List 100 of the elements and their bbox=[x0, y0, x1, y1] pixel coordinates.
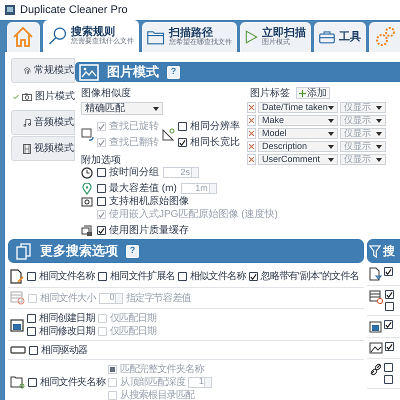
close-icon bbox=[249, 118, 254, 123]
tab[interactable]: 工具 bbox=[314, 22, 366, 52]
remove-button[interactable] bbox=[247, 141, 256, 152]
picture-frame-icon bbox=[79, 64, 99, 80]
checkbox[interactable] bbox=[28, 378, 37, 386]
section-label: 图片标签 bbox=[250, 86, 290, 100]
panel-title: 图片模式 bbox=[107, 63, 159, 82]
rotate-image-icon bbox=[81, 128, 94, 141]
window-title: Duplicate Cleaner Pro bbox=[20, 2, 128, 18]
close-icon bbox=[249, 144, 254, 149]
checkbox-label: 相同文件扩展名 bbox=[110, 270, 175, 284]
caret-icon bbox=[376, 158, 382, 162]
caret-icon bbox=[153, 106, 159, 110]
clock-icon bbox=[81, 166, 93, 178]
checkbox-label: 相同文件夹名称 bbox=[40, 376, 106, 390]
calendar-icon bbox=[10, 318, 24, 332]
caret-icon bbox=[376, 144, 382, 148]
checkbox[interactable] bbox=[97, 168, 106, 177]
home-icon bbox=[12, 26, 34, 48]
checkbox[interactable] bbox=[385, 290, 394, 299]
copy-pages-icon bbox=[16, 242, 32, 260]
caret-icon bbox=[328, 144, 334, 148]
checkbox-label: 相同文件名称 bbox=[39, 270, 95, 284]
checkbox-label: 支持相机原始图像 bbox=[109, 194, 189, 208]
hint-text: 指定字节容差值 bbox=[126, 292, 191, 306]
tag-dropdown[interactable]: UserComment bbox=[258, 154, 338, 165]
tag-dropdown[interactable]: Date/Time taken bbox=[258, 102, 338, 113]
size-gauge-icon bbox=[10, 291, 25, 305]
section-label: 附加选项 bbox=[81, 154, 122, 166]
caret-icon bbox=[328, 106, 334, 110]
checkbox[interactable] bbox=[384, 363, 393, 372]
checkbox[interactable] bbox=[27, 272, 36, 281]
add-button[interactable]: 添加 bbox=[296, 87, 330, 99]
mode-tab[interactable]: 常规模式 bbox=[11, 58, 75, 83]
filter-icon bbox=[369, 244, 381, 258]
folder-search-icon bbox=[10, 375, 25, 389]
option-label: 从搜索根目录匹配 bbox=[120, 388, 195, 400]
mode-tab[interactable]: 音频模式 bbox=[11, 110, 75, 135]
drive-icon bbox=[10, 346, 26, 354]
close-icon bbox=[249, 157, 254, 162]
remove-button[interactable] bbox=[247, 115, 256, 126]
checkbox[interactable] bbox=[384, 267, 393, 276]
tag-dropdown[interactable]: Description bbox=[258, 141, 338, 152]
mode-tab[interactable]: 视频模式 bbox=[11, 136, 75, 161]
caret-icon bbox=[328, 118, 334, 122]
calendar-icon bbox=[369, 320, 382, 333]
remove-button[interactable] bbox=[247, 102, 256, 113]
file-filter-icon bbox=[369, 267, 382, 281]
checkbox[interactable] bbox=[385, 302, 394, 311]
checkbox[interactable] bbox=[248, 272, 258, 281]
panel-title: 更多搜索选项 bbox=[40, 242, 118, 260]
checkbox[interactable] bbox=[97, 197, 106, 206]
tag-dropdown[interactable]: Make bbox=[258, 115, 338, 126]
checkbox-label: 相同修改日期 bbox=[39, 324, 95, 338]
tag-dropdown[interactable]: Model bbox=[258, 128, 338, 139]
similarity-dropdown[interactable]: 精确匹配 bbox=[81, 102, 163, 115]
checkbox[interactable] bbox=[178, 138, 187, 147]
checkbox-label: 相同分辨率 bbox=[190, 120, 240, 134]
close-icon bbox=[249, 105, 254, 110]
checkbox-label: 按时间分组 bbox=[109, 166, 159, 180]
location-pin-icon bbox=[81, 182, 93, 194]
checkbox-label: 相同创建日期 bbox=[39, 312, 95, 326]
size-gauge-icon bbox=[369, 290, 383, 304]
link-icon bbox=[369, 363, 382, 376]
checkbox[interactable] bbox=[27, 326, 36, 336]
option-label: 匹配完整文件夹名称 bbox=[120, 362, 204, 376]
layered-image-icon bbox=[81, 224, 93, 236]
checkbox-label: 忽略带有“副本”的文件名 bbox=[260, 270, 359, 284]
option-label: 从顶部匹配深度 bbox=[120, 376, 186, 390]
app-logo-icon bbox=[4, 4, 16, 16]
checkbox-label: 相同长宽比 bbox=[190, 136, 240, 150]
checkbox[interactable] bbox=[27, 314, 36, 322]
checkbox-label: 查找已翻转 bbox=[109, 136, 159, 150]
radio-button[interactable] bbox=[108, 364, 118, 374]
checkbox[interactable] bbox=[98, 272, 107, 281]
checkbox[interactable] bbox=[384, 375, 393, 384]
caret-icon bbox=[328, 158, 334, 162]
help-button[interactable]: ? bbox=[167, 66, 180, 78]
caret-icon bbox=[376, 118, 382, 122]
remove-button[interactable] bbox=[247, 128, 256, 139]
checkbox-label: 相似文件名称 bbox=[190, 270, 246, 284]
checkbox-label: 查找已旋转 bbox=[109, 120, 159, 134]
checkbox[interactable] bbox=[178, 122, 187, 131]
checkbox[interactable] bbox=[97, 184, 106, 193]
caret-icon bbox=[376, 132, 382, 136]
checkbox[interactable] bbox=[385, 342, 394, 351]
caret-icon bbox=[376, 106, 382, 110]
checkbox-label: 仅匹配日期 bbox=[110, 312, 156, 326]
remove-button[interactable] bbox=[247, 154, 256, 165]
checkbox[interactable] bbox=[384, 320, 393, 329]
image-icon bbox=[369, 342, 383, 354]
checkbox[interactable] bbox=[29, 346, 38, 354]
plus-icon bbox=[299, 90, 306, 96]
help-button[interactable]: ? bbox=[126, 244, 139, 258]
file-pencil-icon bbox=[10, 269, 24, 284]
checkbox-label: 相同文件大小 bbox=[40, 292, 96, 306]
checkbox[interactable] bbox=[178, 272, 187, 281]
checkbox-label: 最大容差值 (m) bbox=[109, 182, 177, 196]
checkbox-label: 仅匹配日期 bbox=[110, 324, 156, 338]
checkbox[interactable] bbox=[97, 226, 106, 235]
